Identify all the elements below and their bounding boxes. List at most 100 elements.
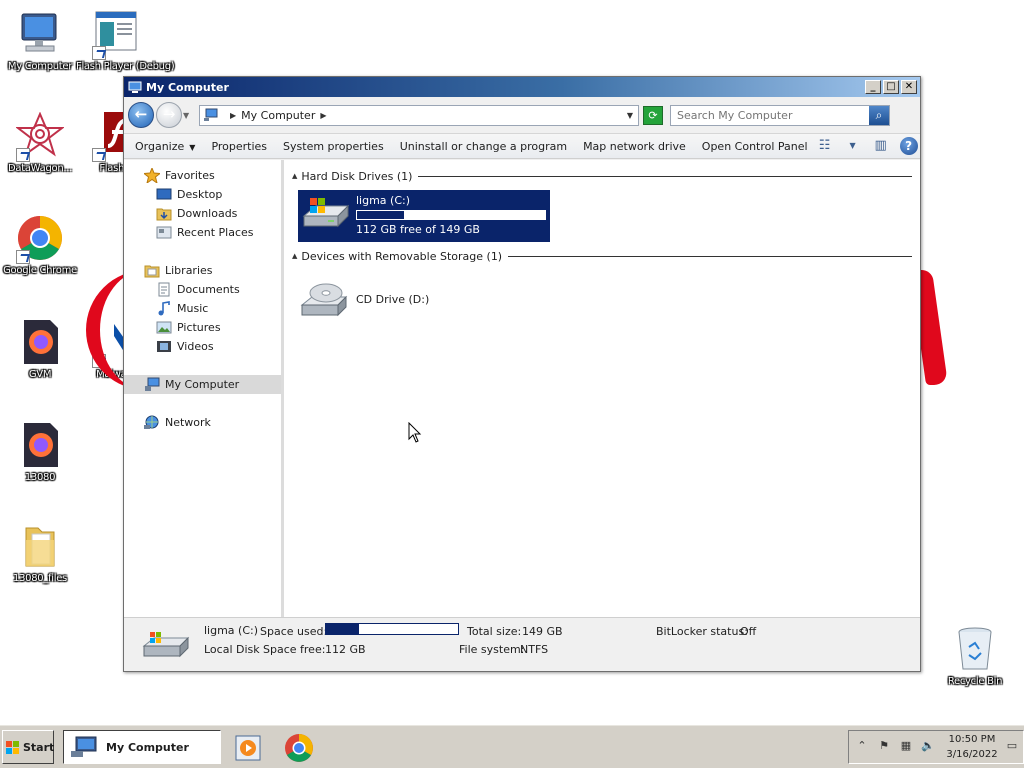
desktop-icon-my-computer[interactable]: My Computer	[0, 10, 80, 72]
back-button[interactable]: ←	[128, 102, 154, 128]
chrome-quicklaunch-icon[interactable]	[284, 733, 314, 763]
search-box: ⌕	[670, 104, 890, 126]
file-list[interactable]: ▲ Hard Disk Drives (1) ligma (C:) 112 GB…	[284, 160, 920, 618]
total-size-label: Total size:	[467, 625, 522, 638]
desktop-icon-label: My Computer	[7, 61, 73, 72]
nav-item-videos[interactable]: Videos	[124, 337, 281, 356]
drive-item-c[interactable]: ligma (C:) 112 GB free of 149 GB	[298, 190, 550, 242]
system-tray: ⌃ ⚑ ▦ 🔈 10:50 PM 3/16/2022 ▭	[848, 730, 1024, 764]
organize-menu[interactable]: Organize ▼	[127, 140, 203, 153]
flash-player-window-icon	[92, 10, 140, 60]
collapse-arrow-icon[interactable]: ▲	[292, 252, 297, 260]
start-button[interactable]: Start	[2, 730, 54, 764]
group-header-hard-disk[interactable]: ▲ Hard Disk Drives (1)	[292, 168, 912, 184]
group-header-removable[interactable]: ▲ Devices with Removable Storage (1)	[292, 248, 912, 264]
map-network-drive-button[interactable]: Map network drive	[575, 140, 694, 153]
details-pane: ligma (C:) Local Disk Space used: Space …	[124, 617, 920, 671]
clock[interactable]: 10:50 PM 3/16/2022	[945, 732, 999, 762]
videos-icon	[156, 339, 172, 354]
address-dropdown-icon[interactable]: ▼	[622, 111, 638, 120]
details-drive-name: ligma (C:)	[204, 624, 259, 637]
forward-button[interactable]: →	[156, 102, 182, 128]
show-desktop-icon[interactable]: ▭	[1003, 739, 1021, 755]
properties-button[interactable]: Properties	[203, 140, 275, 153]
desktop-icon-13080[interactable]: 13080	[0, 421, 80, 483]
caption-buttons: _ □ ✕	[865, 80, 920, 94]
space-used-bar	[325, 623, 459, 635]
desktop-icon-recycle-bin[interactable]: Recycle Bin	[935, 625, 1015, 687]
chevron-down-icon: ▼	[189, 142, 196, 152]
nav-label: Network	[165, 416, 211, 429]
group-divider	[508, 255, 912, 257]
nav-item-downloads[interactable]: Downloads	[124, 204, 281, 223]
address-bar[interactable]: ▶ My Computer ▶ ▼	[199, 104, 639, 126]
breadcrumb-chevron-icon[interactable]: ▶	[230, 111, 236, 120]
recent-pages-dropdown[interactable]: ▼	[183, 111, 193, 120]
view-dropdown-icon[interactable]: ▼	[844, 138, 862, 154]
search-icon[interactable]: ⌕	[869, 105, 889, 125]
nav-label: Favorites	[165, 169, 215, 182]
recycle-bin-icon	[951, 625, 999, 673]
desktop-icon-google-chrome[interactable]: Google Chrome	[0, 214, 80, 276]
nav-item-libraries[interactable]: Libraries	[124, 261, 281, 280]
firefox-file-icon	[16, 318, 64, 366]
my-computer-icon	[203, 108, 219, 122]
details-drive-type: Local Disk	[204, 643, 260, 656]
nav-item-my-computer[interactable]: My Computer	[124, 375, 281, 394]
start-label: Start	[23, 740, 55, 754]
command-bar: Organize ▼ Properties System properties U…	[124, 133, 920, 159]
recent-places-icon	[156, 225, 172, 240]
show-hidden-icons-icon[interactable]: ⌃	[853, 739, 871, 755]
libraries-icon	[144, 263, 160, 278]
explorer-window[interactable]: My Computer _ □ ✕ ← → ▼ ▶ My Computer ▶ …	[123, 76, 921, 672]
refresh-button[interactable]: ⟳	[643, 105, 663, 125]
shortcut-arrow-icon	[16, 250, 30, 264]
system-properties-button[interactable]: System properties	[275, 140, 392, 153]
my-computer-icon	[70, 736, 100, 758]
nav-item-favorites[interactable]: Favorites	[124, 166, 281, 185]
nav-item-pictures[interactable]: Pictures	[124, 318, 281, 337]
nav-item-desktop[interactable]: Desktop	[124, 185, 281, 204]
open-control-panel-button[interactable]: Open Control Panel	[694, 140, 816, 153]
taskbar-item-my-computer[interactable]: My Computer	[63, 730, 221, 764]
desktop-icon-13080-files[interactable]: 13080_files	[0, 522, 80, 584]
desktop-icon-flash-player-debug[interactable]: Flash Player (Debug)	[76, 10, 175, 72]
minimize-button[interactable]: _	[865, 80, 881, 94]
nav-item-network[interactable]: Network	[124, 413, 281, 432]
nav-label: Pictures	[177, 321, 221, 334]
desktop-icon-datawagon[interactable]: DataWagon...	[0, 111, 80, 174]
desktop-icon-label: DataWagon...	[8, 163, 72, 174]
search-input[interactable]	[671, 108, 869, 122]
uninstall-program-button[interactable]: Uninstall or change a program	[392, 140, 575, 153]
volume-icon[interactable]: 🔈	[919, 739, 937, 755]
drive-item-d[interactable]: CD Drive (D:)	[298, 274, 912, 324]
nav-label: Desktop	[177, 188, 223, 201]
breadcrumb-chevron-icon[interactable]: ▶	[320, 111, 326, 120]
space-used-label: Space used:	[260, 625, 328, 638]
window-title: My Computer	[146, 80, 229, 94]
firefox-file-icon	[16, 421, 64, 469]
shortcut-arrow-icon	[16, 148, 30, 162]
change-view-icon[interactable]: ☷	[816, 138, 834, 154]
network-status-icon[interactable]: ▦	[897, 739, 915, 755]
drive-capacity-bar	[356, 210, 546, 220]
breadcrumb-location[interactable]: My Computer	[241, 109, 315, 122]
help-icon[interactable]: ?	[899, 137, 918, 155]
group-header-label: Hard Disk Drives (1)	[301, 169, 413, 183]
capacity-fill	[357, 211, 404, 219]
desktop-icon-label: 13080_files	[13, 573, 67, 584]
collapse-arrow-icon[interactable]: ▲	[292, 172, 297, 180]
maximize-button[interactable]: □	[883, 80, 899, 94]
media-player-quicklaunch-icon[interactable]	[234, 733, 264, 763]
nav-item-documents[interactable]: Documents	[124, 280, 281, 299]
nav-item-recent-places[interactable]: Recent Places	[124, 223, 281, 242]
action-center-flag-icon[interactable]: ⚑	[875, 739, 893, 755]
title-bar[interactable]: My Computer _ □ ✕	[124, 77, 920, 97]
desktop-icon-label: GVM	[28, 369, 52, 380]
desktop-icon-label: Recycle Bin	[947, 676, 1003, 687]
network-icon	[144, 415, 160, 430]
preview-pane-icon[interactable]: ▥	[872, 138, 890, 154]
nav-item-music[interactable]: Music	[124, 299, 281, 318]
close-button[interactable]: ✕	[901, 80, 917, 94]
desktop-icon-gvm[interactable]: GVM	[0, 318, 80, 380]
